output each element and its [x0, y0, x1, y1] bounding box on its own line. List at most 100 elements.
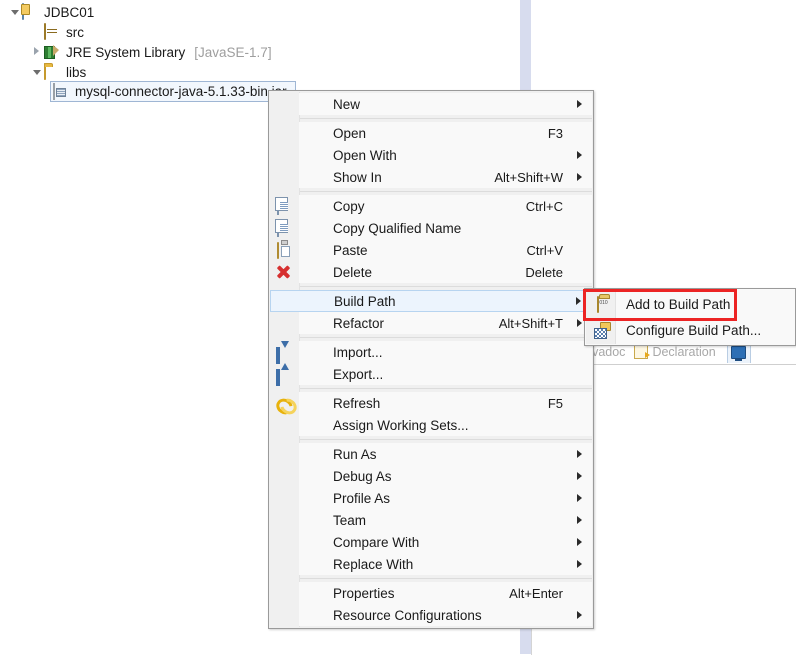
- arrow-placeholder: [572, 195, 582, 217]
- menu-item-open[interactable]: Open F3: [299, 122, 592, 144]
- twisty-closed-icon[interactable]: [30, 42, 44, 62]
- declaration-icon: [634, 344, 651, 359]
- menu-item-label: Refactor: [333, 315, 385, 331]
- menu-item-shortcut: Delete: [525, 264, 563, 280]
- context-menu-items: New Open F3 Open With Show In Alt+Shift+W Copy…: [269, 93, 593, 626]
- submenu-arrow-icon: [571, 290, 581, 312]
- source-folder-icon: [44, 23, 62, 40]
- menu-item-label: Team: [333, 512, 367, 528]
- twisty-placeholder: [30, 22, 44, 42]
- paste-icon: [275, 242, 291, 259]
- submenu-arrow-icon: [572, 604, 582, 626]
- menu-item-label: Show In: [333, 169, 382, 185]
- menu-item-label: Assign Working Sets...: [333, 417, 469, 433]
- submenu-arrow-icon: [572, 509, 582, 531]
- menu-item-label: Debug As: [333, 468, 392, 484]
- menu-item-replace-with[interactable]: Replace With: [299, 553, 592, 575]
- menu-item-label: New: [333, 96, 361, 112]
- menu-item-label: Import...: [333, 344, 383, 360]
- menu-item-label: Export...: [333, 366, 384, 382]
- menu-item-shortcut: Alt+Shift+T: [498, 315, 563, 331]
- menu-separator: [299, 337, 592, 338]
- submenu-arrow-icon: [572, 553, 582, 575]
- menu-separator: [299, 439, 592, 440]
- arrow-placeholder: [572, 363, 582, 385]
- arrow-placeholder: [572, 239, 582, 261]
- submenu-arrow-icon: [572, 93, 582, 115]
- menu-separator: [299, 118, 592, 119]
- tree-item-jre-system-library[interactable]: JRE System Library [JavaSE-1.7]: [30, 42, 272, 62]
- tree-item-label: mysql-connector-java-5.1.33-bin.jar: [75, 84, 287, 99]
- build-path-submenu[interactable]: Add to Build Path Configure Build Path..…: [584, 288, 796, 346]
- menu-item-resource-configurations[interactable]: Resource Configurations: [299, 604, 592, 626]
- menu-item-label: Resource Configurations: [333, 607, 482, 623]
- arrow-placeholder: [572, 414, 582, 436]
- menu-item-assign-working-sets[interactable]: Assign Working Sets...: [299, 414, 592, 436]
- menu-item-copy[interactable]: Copy Ctrl+C: [277, 195, 592, 217]
- menu-item-team[interactable]: Team: [299, 509, 592, 531]
- arrow-placeholder: [572, 582, 582, 604]
- menu-item-refresh[interactable]: Refresh F5: [299, 392, 592, 414]
- menu-item-new[interactable]: New: [299, 93, 592, 115]
- menu-item-profile-as[interactable]: Profile As: [299, 487, 592, 509]
- menu-item-label: Delete: [333, 264, 373, 280]
- tab-declaration[interactable]: Declaration: [634, 344, 716, 359]
- menu-item-debug-as[interactable]: Debug As: [299, 465, 592, 487]
- configure-build-path-icon: [594, 322, 611, 339]
- tree-item-jdbc01[interactable]: JDBC01: [8, 2, 98, 22]
- menu-item-shortcut: Alt+Shift+W: [494, 169, 563, 185]
- tree-item-src[interactable]: src: [30, 22, 88, 42]
- console-icon: [731, 345, 747, 361]
- tab-declaration-label: Declaration: [652, 344, 716, 359]
- scrollbar-thumb[interactable]: [520, 0, 531, 90]
- menu-item-label: Compare With: [333, 534, 420, 550]
- menu-item-shortcut: Ctrl+V: [526, 242, 563, 258]
- arrow-placeholder: [572, 392, 582, 414]
- menu-item-label: Copy: [333, 198, 365, 214]
- import-icon: [275, 344, 291, 364]
- menu-item-delete[interactable]: Delete Delete: [299, 261, 592, 283]
- menu-item-add-to-build-path[interactable]: Add to Build Path: [586, 291, 795, 317]
- menu-item-label: Open With: [333, 147, 397, 163]
- menu-item-label: Add to Build Path: [626, 296, 731, 312]
- menu-item-show-in[interactable]: Show In Alt+Shift+W: [299, 166, 592, 188]
- submenu-arrow-icon: [572, 312, 582, 334]
- menu-item-open-with[interactable]: Open With: [299, 144, 592, 166]
- menu-item-shortcut: Ctrl+C: [525, 198, 563, 214]
- menu-item-shortcut: F3: [547, 125, 563, 141]
- twisty-open-icon[interactable]: [30, 62, 44, 82]
- menu-item-compare-with[interactable]: Compare With: [299, 531, 592, 553]
- copy-qualified-name-icon: [275, 220, 291, 237]
- menu-item-label: Copy Qualified Name: [333, 220, 462, 236]
- tree-item-label: JRE System Library: [66, 44, 186, 60]
- arrow-placeholder: [572, 261, 582, 283]
- menu-item-copy-qualified-name[interactable]: Copy Qualified Name: [277, 217, 592, 239]
- twisty-open-icon[interactable]: [8, 2, 22, 22]
- arrow-placeholder: [572, 122, 582, 144]
- menu-separator: [299, 191, 592, 192]
- menu-item-configure-build-path[interactable]: Configure Build Path...: [586, 317, 795, 343]
- arrow-placeholder: [572, 217, 582, 239]
- menu-separator: [299, 578, 592, 579]
- delete-icon: [275, 264, 291, 280]
- menu-item-label: Paste: [333, 242, 368, 258]
- menu-item-label: Profile As: [333, 490, 391, 506]
- menu-separator: [299, 286, 592, 287]
- copy-icon: [275, 198, 291, 215]
- submenu-arrow-icon: [572, 166, 582, 188]
- menu-item-paste[interactable]: Paste Ctrl+V: [277, 239, 592, 261]
- menu-item-import[interactable]: Import...: [276, 341, 592, 364]
- tree-item-libs[interactable]: libs: [30, 62, 90, 82]
- menu-item-refactor[interactable]: Refactor Alt+Shift+T: [299, 312, 592, 334]
- menu-item-run-as[interactable]: Run As: [299, 443, 592, 465]
- menu-item-label: Replace With: [333, 556, 414, 572]
- context-menu[interactable]: New Open F3 Open With Show In Alt+Shift+W Copy…: [268, 90, 594, 629]
- menu-item-properties[interactable]: Properties Alt+Enter: [299, 582, 592, 604]
- menu-item-build-path[interactable]: Build Path: [270, 290, 592, 312]
- java-project-icon: [22, 3, 40, 20]
- submenu-arrow-icon: [572, 531, 582, 553]
- tree-item-jar-selected[interactable]: mysql-connector-java-5.1.33-bin.jar: [50, 81, 296, 102]
- jar-file-icon: [53, 82, 71, 100]
- menu-item-shortcut: F5: [547, 395, 563, 411]
- menu-item-export[interactable]: Export...: [276, 363, 592, 386]
